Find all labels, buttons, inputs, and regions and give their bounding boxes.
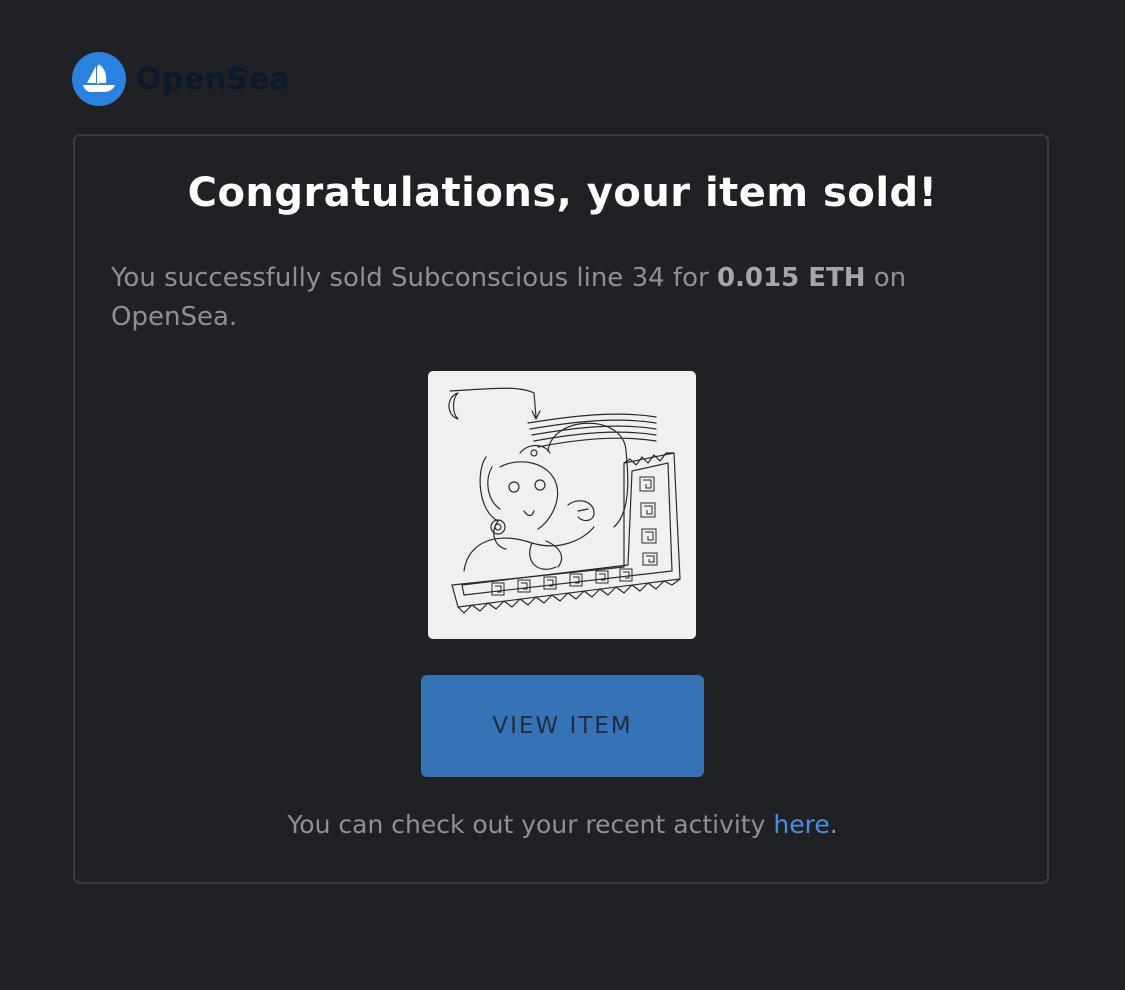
brand-logo[interactable]: OpenSea <box>72 52 290 106</box>
brand-name: OpenSea <box>136 61 291 97</box>
footer-suffix: . <box>829 810 838 839</box>
footer-prefix: You can check out your recent activity <box>287 810 774 839</box>
item-image[interactable] <box>428 371 696 639</box>
artwork-drawing <box>448 387 681 614</box>
view-item-button[interactable]: VIEW ITEM <box>421 675 704 777</box>
sale-price: 0.015 ETH <box>716 263 866 293</box>
recent-activity-link[interactable]: here <box>773 810 829 839</box>
sale-message: You successfully sold Subconscious line … <box>111 259 971 337</box>
recent-activity-note: You can check out your recent activity h… <box>0 810 1125 839</box>
message-prefix: You successfully sold Subconscious line … <box>111 263 717 293</box>
opensea-boat-icon <box>72 52 126 106</box>
email-page: OpenSea Congratulations, your item sold!… <box>0 0 1125 990</box>
headline: Congratulations, your item sold! <box>187 170 938 216</box>
